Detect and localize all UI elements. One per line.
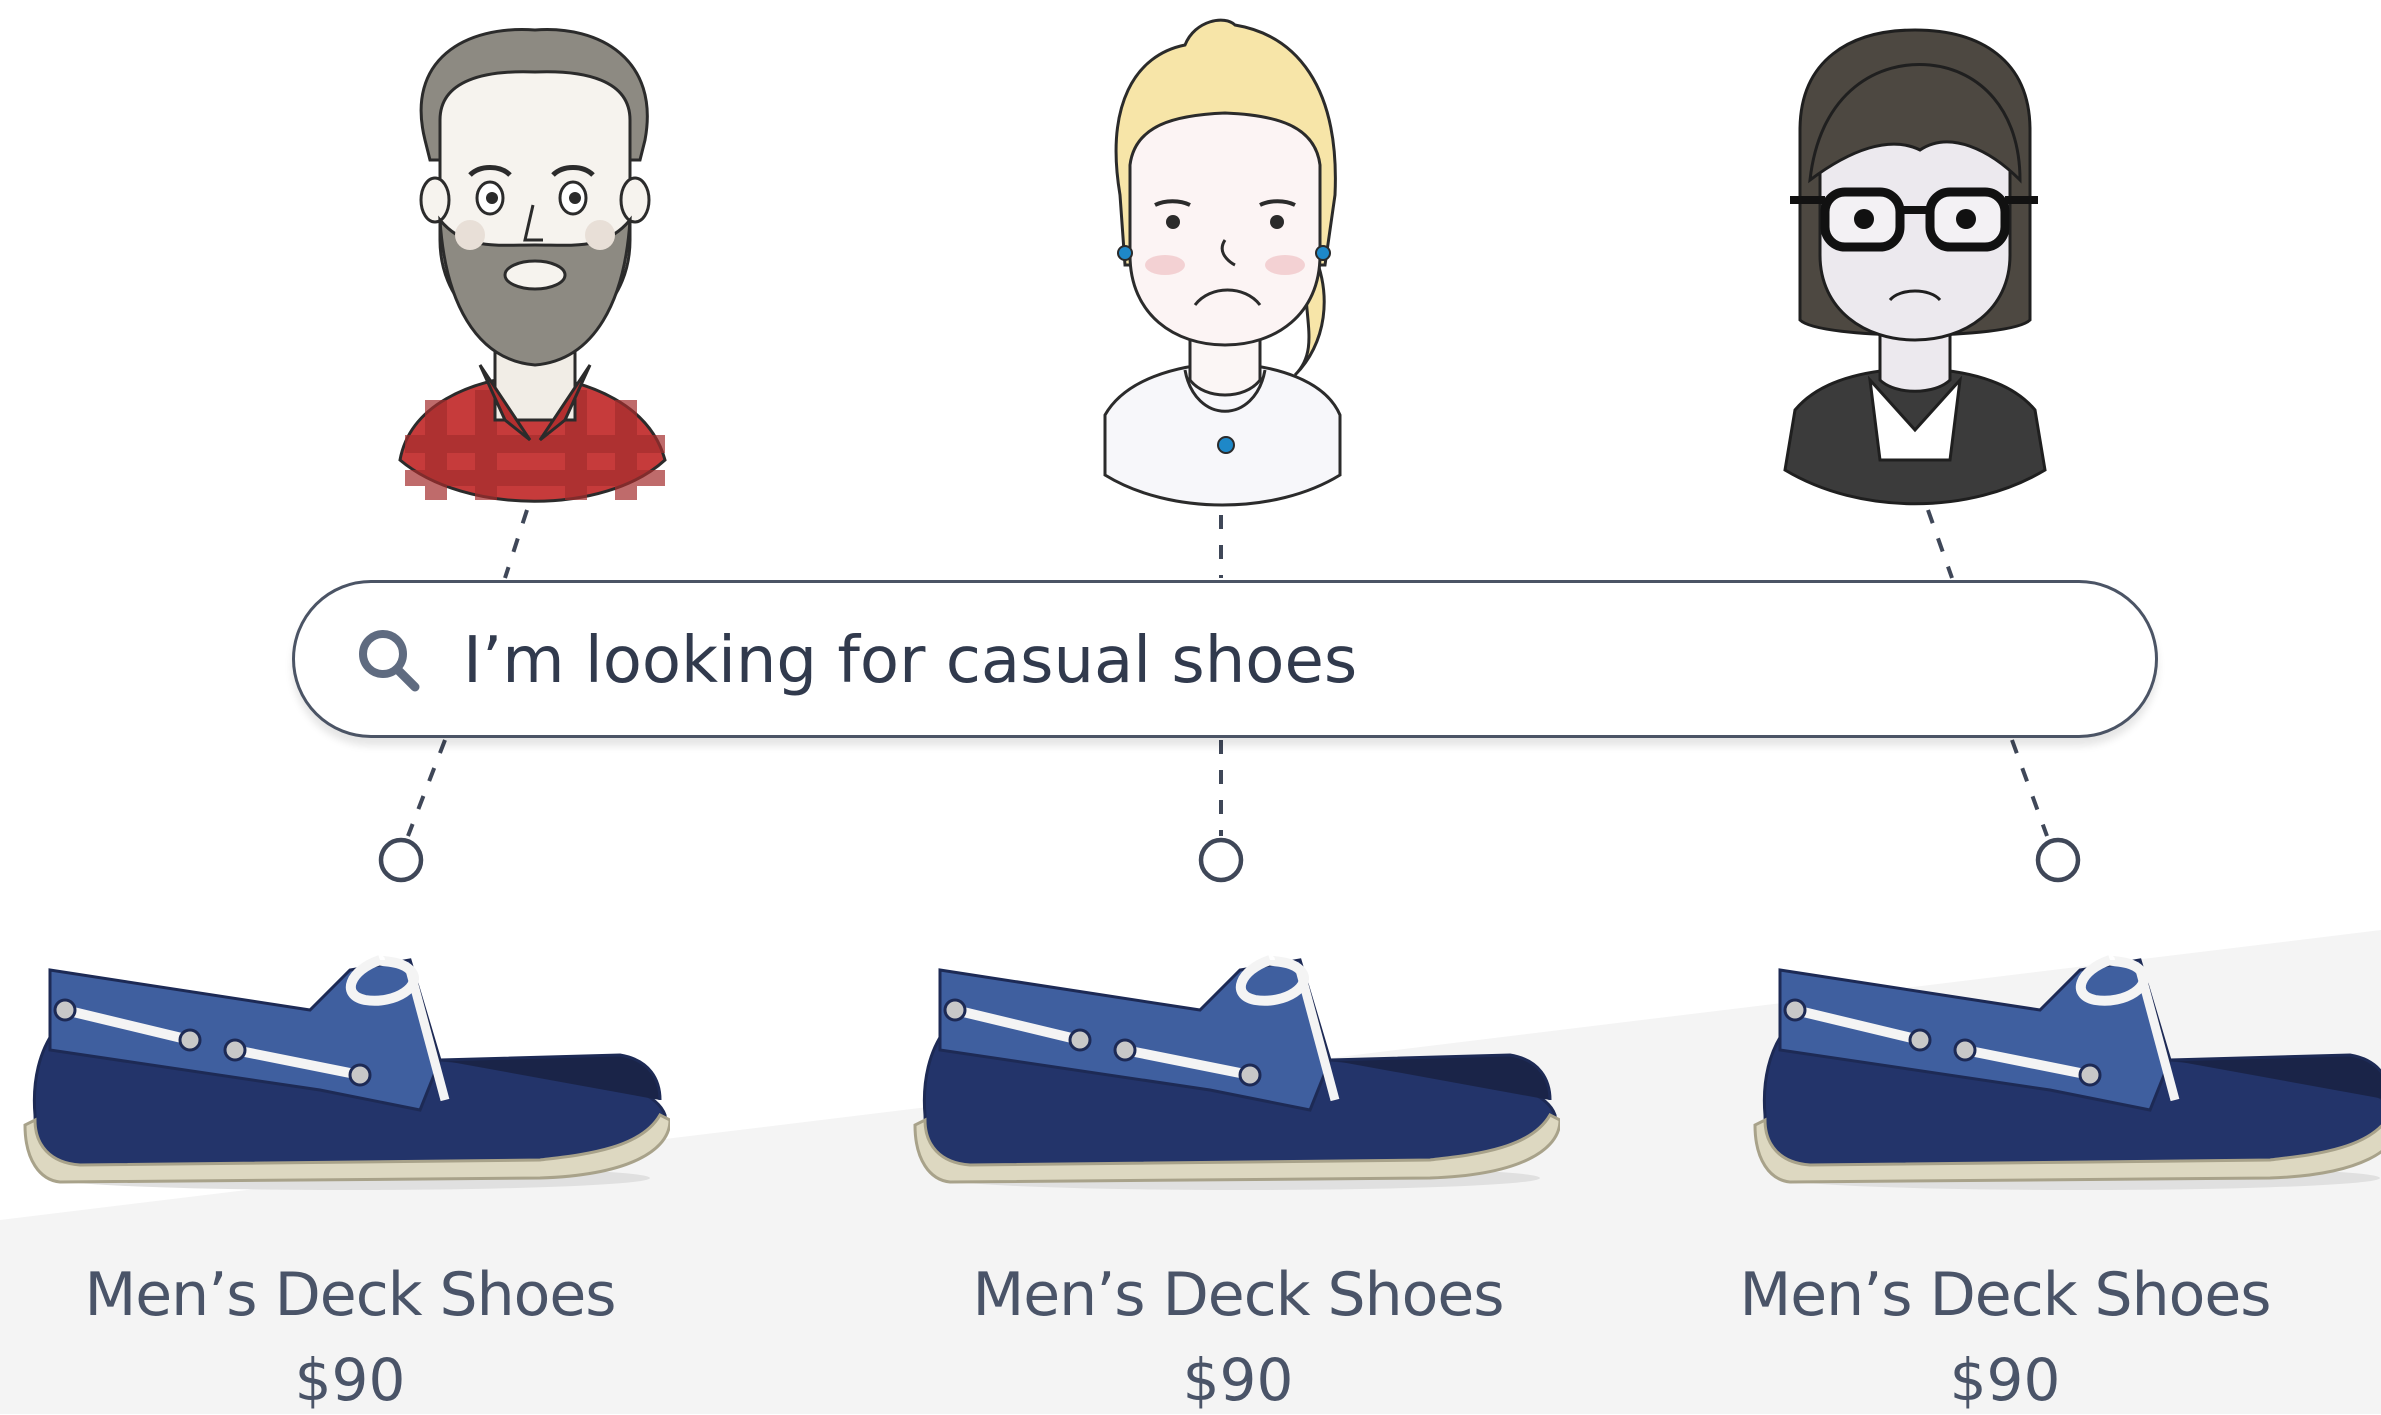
connector-result-3 xyxy=(2010,739,2049,837)
connector-result-1 xyxy=(406,739,447,837)
deck-shoe-image xyxy=(913,955,1560,1190)
deck-shoe-image xyxy=(23,955,670,1190)
connector-avatar-1 xyxy=(503,509,529,579)
result-node-3 xyxy=(2035,837,2081,883)
search-icon xyxy=(359,630,420,692)
blonde-woman-avatar xyxy=(1103,18,1342,507)
woman-with-glasses-avatar xyxy=(1783,28,2047,506)
search-personalization-diagram: I’m looking for casual shoes Men’s Deck … xyxy=(0,0,2381,1414)
search-input[interactable]: I’m looking for casual shoes xyxy=(292,580,2158,738)
product-name: Men’s Deck Shoes xyxy=(1739,1260,2271,1330)
product-price: $90 xyxy=(1949,1346,2061,1414)
result-node-2 xyxy=(1198,837,1244,883)
result-node-1 xyxy=(378,837,424,883)
connector-avatar-3 xyxy=(1926,509,1954,579)
search-query-text: I’m looking for casual shoes xyxy=(463,624,1358,698)
product-name: Men’s Deck Shoes xyxy=(84,1260,616,1330)
deck-shoe-image xyxy=(1753,955,2381,1190)
product-name: Men’s Deck Shoes xyxy=(972,1260,1504,1330)
product-price: $90 xyxy=(1182,1346,1294,1414)
product-price: $90 xyxy=(294,1346,406,1414)
bearded-man-avatar xyxy=(398,28,667,503)
